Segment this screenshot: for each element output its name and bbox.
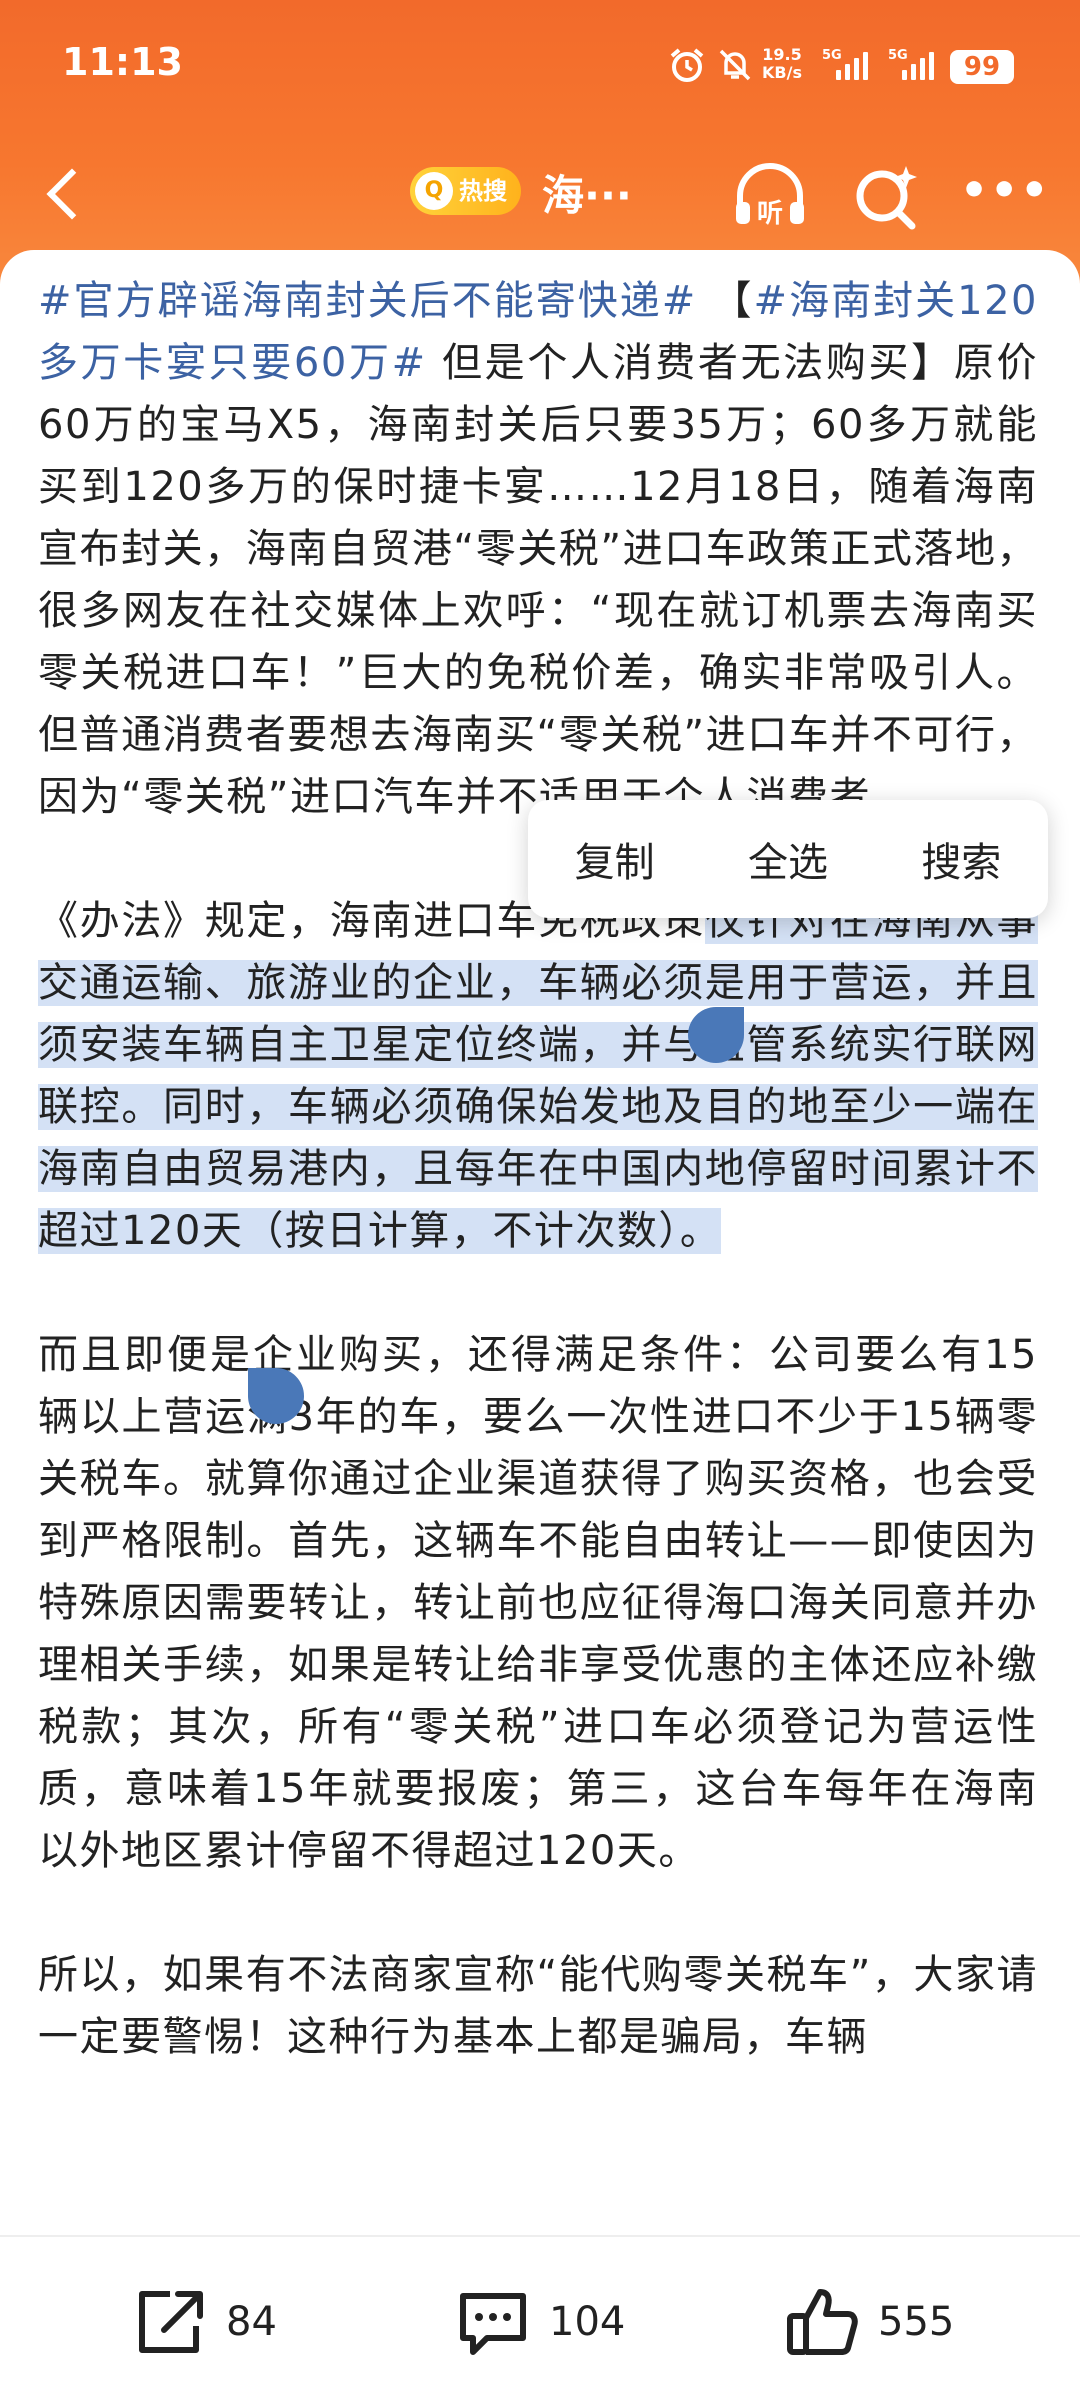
article-paragraph-4: 所以，如果有不法商家宣称“能代购零关税车”，大家请一定要警惕！这种行为基本上都是… [38,1944,1038,2068]
network-speed-value: 19.5 [762,45,802,64]
select-all-menu-item[interactable]: 全选 [748,830,828,888]
top-nav-bar: Q 热搜 海··· 听 ••• [0,140,1080,250]
search-menu-item[interactable]: 搜索 [921,830,1001,888]
paragraph-3-text: 而且即便是企业购买，还得满足条件：公司要么有15辆以上营运满3年的车，要么一次性… [38,1332,1038,1874]
article-paragraph-1: #官方辟谣海南封关后不能寄快递# 【#海南封关120多万卡宴只要60万# 但是个… [38,270,1038,828]
bottom-action-bar: 84 104 555 [0,2235,1080,2402]
like-count: 555 [878,2299,955,2345]
share-icon [139,2291,203,2353]
paragraph-4-text: 所以，如果有不法商家宣称“能代购零关税车”，大家请一定要警惕！这种行为基本上都是… [38,1952,1038,2060]
page-title[interactable]: 海··· [542,162,632,223]
mute-bell-icon [719,49,751,81]
thumbs-up-icon [787,2289,858,2355]
selection-start-handle[interactable] [688,1007,744,1063]
search-sparkle-icon [856,166,917,230]
sim2-signal-icon [888,50,938,80]
article-paragraph-2: 《办法》规定，海南进口车免税政策仅针对在海南从事交通运输、旅游业的企业，车辆必须… [38,890,1039,1262]
share-button[interactable]: 84 [130,2277,277,2367]
search-button[interactable] [848,158,928,238]
hashtag-link-1[interactable]: #官方辟谣海南封关后不能寄快递# [38,278,697,324]
sim1-signal-icon [822,50,872,80]
text-context-menu: 复制 全选 搜索 [528,800,1048,918]
comment-icon [460,2293,526,2355]
selected-text[interactable]: 仅针对在海南从事交通运输、旅游业的企业，车辆必须是用于营运，并且须安装车辆自主卫… [38,898,1039,1254]
status-bar: 11:13 19.5 KB/s 5G 5G 99 [0,0,1080,130]
alarm-icon [670,48,704,82]
listen-label: 听 [757,199,783,229]
paragraph-1-text: 但是个人消费者无法购买】原价60万的宝马X5，海南封关后只要35万；60多万就能… [38,340,1038,820]
headphones-icon: 听 [736,163,804,229]
more-options-icon[interactable]: ••• [960,165,1048,225]
search-icon: Q [415,172,453,210]
hot-search-label: 热搜 [459,177,507,205]
hashtag-bracket-open: 【 [696,278,754,324]
network-speed-unit: KB/s [762,63,802,82]
share-count: 84 [226,2299,277,2345]
back-button[interactable] [40,164,100,224]
hot-search-badge[interactable]: Q 热搜 [410,167,521,215]
like-button[interactable]: 555 [782,2277,954,2367]
comment-button[interactable]: 104 [453,2277,625,2367]
network-speed: 19.5 KB/s [762,46,802,82]
selection-end-handle[interactable] [248,1368,304,1424]
listen-button[interactable]: 听 [730,156,810,236]
article-body: #官方辟谣海南封关后不能寄快递# 【#海南封关120多万卡宴只要60万# 但是个… [38,270,1039,2068]
article-paragraph-3: 而且即便是企业购买，还得满足条件：公司要么有15辆以上营运满3年的车，要么一次性… [38,1324,1038,1882]
status-time: 11:13 [62,40,183,84]
battery-icon: 99 [950,50,1014,84]
comment-count: 104 [549,2299,626,2345]
copy-menu-item[interactable]: 复制 [575,830,655,888]
